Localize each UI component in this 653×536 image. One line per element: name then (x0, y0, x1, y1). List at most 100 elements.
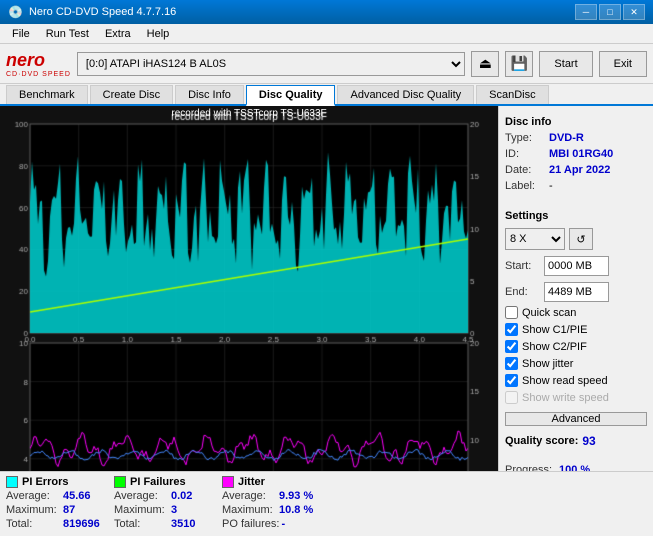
chart-canvas (0, 106, 498, 471)
drive-select[interactable]: [0:0] ATAPI iHAS124 B AL0S (77, 52, 466, 76)
pi-errors-title: PI Errors (22, 476, 68, 488)
pif-avg-label: Average: (114, 490, 169, 502)
show-c2-label: Show C2/PIF (522, 341, 587, 353)
pi-max-label: Maximum: (6, 504, 61, 516)
show-c2-checkbox[interactable] (505, 340, 518, 353)
quality-score-value: 93 (582, 434, 595, 448)
show-write-label: Show write speed (522, 392, 609, 404)
jit-avg-value: 9.93 % (279, 490, 313, 502)
window-title: Nero CD-DVD Speed 4.7.7.16 (29, 6, 176, 18)
toolbar: nero CD·DVD SPEED [0:0] ATAPI iHAS124 B … (0, 44, 653, 84)
disc-date-value: 21 Apr 2022 (549, 164, 610, 176)
pi-failures-group: PI Failures Average: 0.02 Maximum: 3 Tot… (114, 476, 214, 532)
pif-avg-row: Average: 0.02 (114, 490, 214, 502)
nero-logo: nero (6, 50, 45, 71)
close-button[interactable]: ✕ (623, 4, 645, 20)
menu-run-test[interactable]: Run Test (38, 26, 97, 42)
save-button[interactable]: 💾 (505, 51, 533, 77)
jit-max-label: Maximum: (222, 504, 277, 516)
jitter-legend (222, 476, 234, 488)
end-mb-label: End: (505, 286, 540, 298)
pi-errors-header: PI Errors (6, 476, 106, 488)
pi-failures-legend (114, 476, 126, 488)
title-bar-controls: ─ □ ✕ (575, 4, 645, 20)
title-bar-left: 💿 Nero CD-DVD Speed 4.7.7.16 (8, 5, 176, 19)
pi-errors-legend (6, 476, 18, 488)
progress-rows: Progress: 100 % Position: 4488 MB Speed:… (505, 464, 647, 471)
disc-id-value: MBI 01RG40 (549, 148, 613, 160)
tabs-bar: Benchmark Create Disc Disc Info Disc Qua… (0, 84, 653, 106)
end-mb-input[interactable] (544, 282, 609, 302)
quick-scan-checkbox[interactable] (505, 306, 518, 319)
menu-file[interactable]: File (4, 26, 38, 42)
refresh-button[interactable]: ↺ (569, 228, 593, 250)
disc-date-label: Date: (505, 164, 545, 176)
exit-button[interactable]: Exit (599, 51, 647, 77)
start-mb-row: Start: (505, 256, 647, 276)
speed-row: 8 X ↺ (505, 228, 647, 250)
main-content: recorded with TSSTcorp TS-U633F Disc inf… (0, 106, 653, 471)
disc-type-label: Type: (505, 132, 545, 144)
menu-extra[interactable]: Extra (97, 26, 139, 42)
disc-label-row: Label: - (505, 180, 647, 192)
chart-title: recorded with TSSTcorp TS-U633F (171, 108, 326, 119)
start-button[interactable]: Start (539, 51, 592, 77)
pi-total-label: Total: (6, 518, 61, 530)
tab-create-disc[interactable]: Create Disc (90, 85, 173, 104)
show-c1-checkbox[interactable] (505, 323, 518, 336)
show-jitter-label: Show jitter (522, 358, 573, 370)
po-failures-value: - (281, 518, 285, 530)
menu-help[interactable]: Help (139, 26, 178, 42)
tab-advanced-disc-quality[interactable]: Advanced Disc Quality (337, 85, 474, 104)
quality-score-row: Quality score: 93 (505, 434, 647, 448)
pi-avg-value: 45.66 (63, 490, 91, 502)
info-panel: Disc info Type: DVD-R ID: MBI 01RG40 Dat… (498, 106, 653, 471)
po-failures-label: PO failures: (222, 518, 279, 530)
start-mb-input[interactable] (544, 256, 609, 276)
progress-value: 100 % (559, 464, 590, 471)
show-read-checkbox[interactable] (505, 374, 518, 387)
pi-total-value: 819696 (63, 518, 100, 530)
speed-select[interactable]: 8 X (505, 228, 565, 250)
maximize-button[interactable]: □ (599, 4, 621, 20)
jit-avg-row: Average: 9.93 % (222, 490, 322, 502)
jit-max-value: 10.8 % (279, 504, 313, 516)
jitter-header: Jitter (222, 476, 322, 488)
pi-failures-header: PI Failures (114, 476, 214, 488)
logo: nero CD·DVD SPEED (6, 50, 71, 78)
show-read-label: Show read speed (522, 375, 608, 387)
show-read-row: Show read speed (505, 374, 647, 387)
quick-scan-row: Quick scan (505, 306, 647, 319)
pif-max-value: 3 (171, 504, 177, 516)
quick-scan-label: Quick scan (522, 307, 576, 319)
pif-total-value: 3510 (171, 518, 195, 530)
tab-scan-disc[interactable]: ScanDisc (476, 85, 548, 104)
eject-button[interactable]: ⏏ (471, 51, 499, 77)
pi-errors-group: PI Errors Average: 45.66 Maximum: 87 Tot… (6, 476, 106, 532)
disc-label-value: - (549, 180, 553, 192)
end-mb-row: End: (505, 282, 647, 302)
jitter-group: Jitter Average: 9.93 % Maximum: 10.8 % P… (222, 476, 322, 532)
advanced-button[interactable]: Advanced (505, 412, 647, 426)
tab-disc-quality[interactable]: Disc Quality (246, 85, 336, 106)
show-c1-row: Show C1/PIE (505, 323, 647, 336)
show-c1-label: Show C1/PIE (522, 324, 587, 336)
show-c2-row: Show C2/PIF (505, 340, 647, 353)
disc-id-label: ID: (505, 148, 545, 160)
pi-avg-row: Average: 45.66 (6, 490, 106, 502)
progress-label: Progress: (505, 464, 555, 471)
pi-max-row: Maximum: 87 (6, 504, 106, 516)
quality-score-label: Quality score: (505, 435, 578, 447)
jit-avg-label: Average: (222, 490, 277, 502)
show-jitter-checkbox[interactable] (505, 357, 518, 370)
disc-type-value: DVD-R (549, 132, 584, 144)
title-bar: 💿 Nero CD-DVD Speed 4.7.7.16 ─ □ ✕ (0, 0, 653, 24)
disc-date-row: Date: 21 Apr 2022 (505, 164, 647, 176)
tab-benchmark[interactable]: Benchmark (6, 85, 88, 104)
pi-failures-title: PI Failures (130, 476, 186, 488)
pi-max-value: 87 (63, 504, 75, 516)
show-write-row: Show write speed (505, 391, 647, 404)
pi-avg-label: Average: (6, 490, 61, 502)
minimize-button[interactable]: ─ (575, 4, 597, 20)
tab-disc-info[interactable]: Disc Info (175, 85, 244, 104)
